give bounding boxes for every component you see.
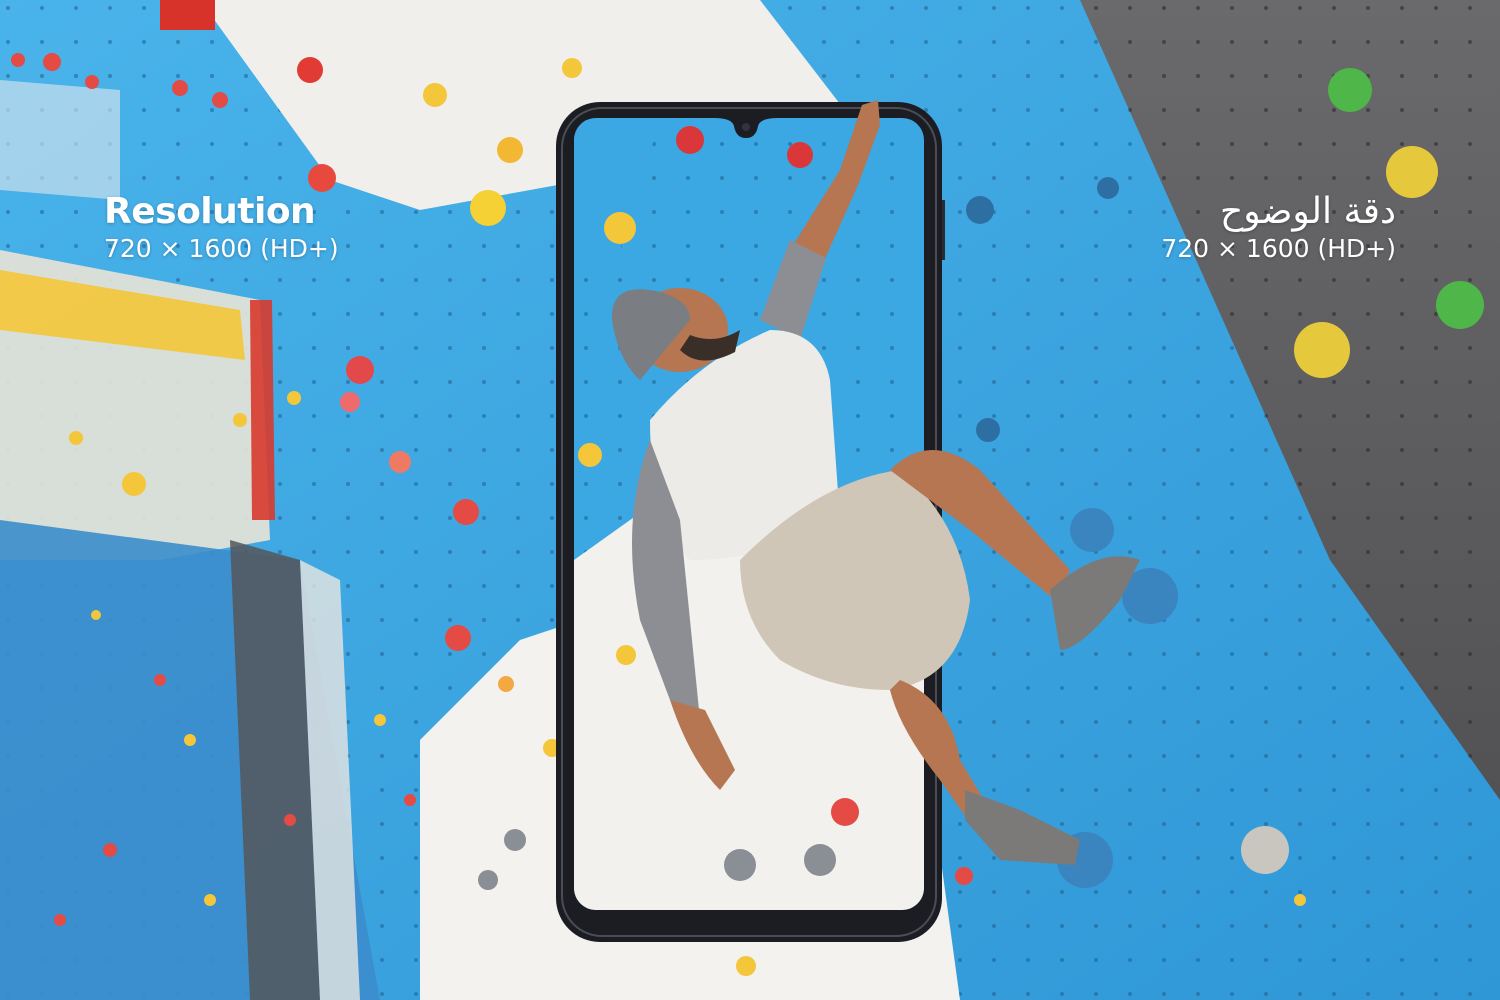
climbing-wall-background: [0, 0, 1500, 1000]
resolution-label-arabic: دقة الوضوح 720 × 1600 (HD+): [1161, 192, 1396, 264]
resolution-title: Resolution: [104, 191, 316, 232]
resolution-title-arabic: دقة الوضوح: [1220, 191, 1396, 232]
resolution-label-english: Resolution 720 × 1600 (HD+): [104, 192, 339, 264]
resolution-spec: 720 × 1600 (HD+): [104, 234, 339, 263]
resolution-spec-arabic: 720 × 1600 (HD+): [1161, 234, 1396, 263]
product-banner: Resolution 720 × 1600 (HD+) دقة الوضوح 7…: [0, 0, 1500, 1000]
